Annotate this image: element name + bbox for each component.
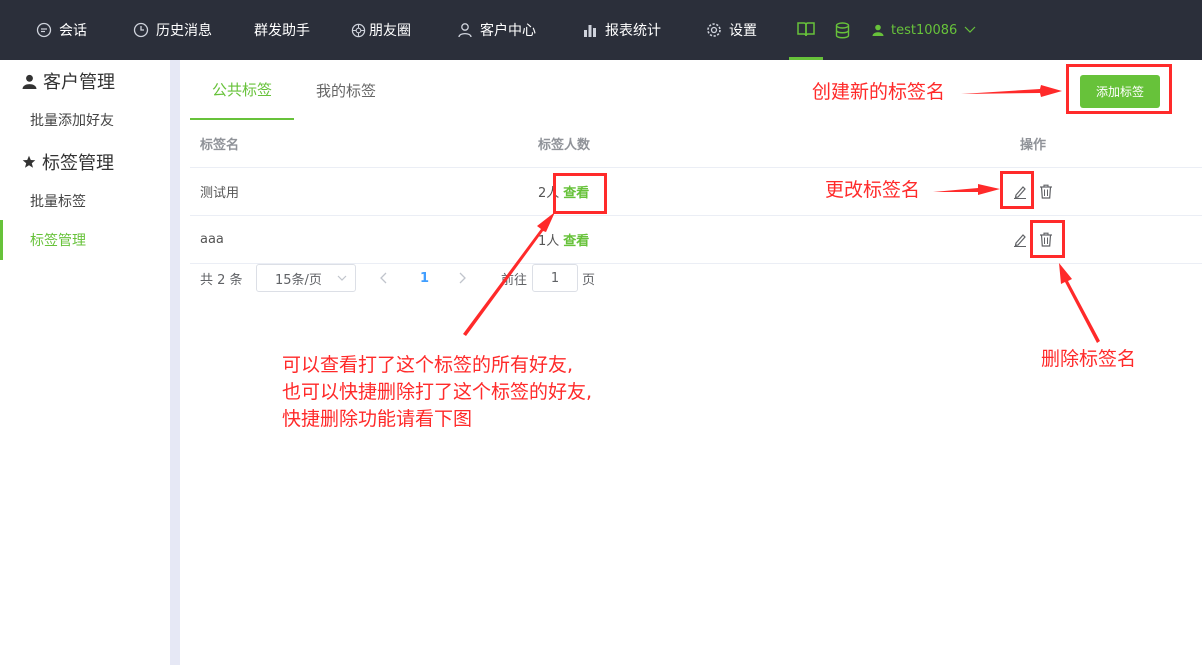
annotation-delete-tag: 删除标签名	[1041, 348, 1137, 370]
annotation-view-line-2: 也可以快捷删除打了这个标签的好友,	[282, 381, 593, 403]
arrow-to-delete-icon	[1059, 263, 1100, 343]
annotation-rename-tag: 更改标签名	[825, 179, 921, 201]
arrow-to-view-link	[463, 212, 555, 336]
annotation-create-tag: 创建新的标签名	[812, 81, 946, 103]
arrow-to-add-button	[961, 85, 1062, 97]
arrow-to-edit-icon	[933, 184, 1000, 195]
annotation-view-line-1: 可以查看打了这个标签的所有好友,	[282, 354, 574, 376]
annotation-arrows	[463, 85, 1100, 343]
annotation-view-line-3: 快捷删除功能请看下图	[282, 408, 473, 430]
